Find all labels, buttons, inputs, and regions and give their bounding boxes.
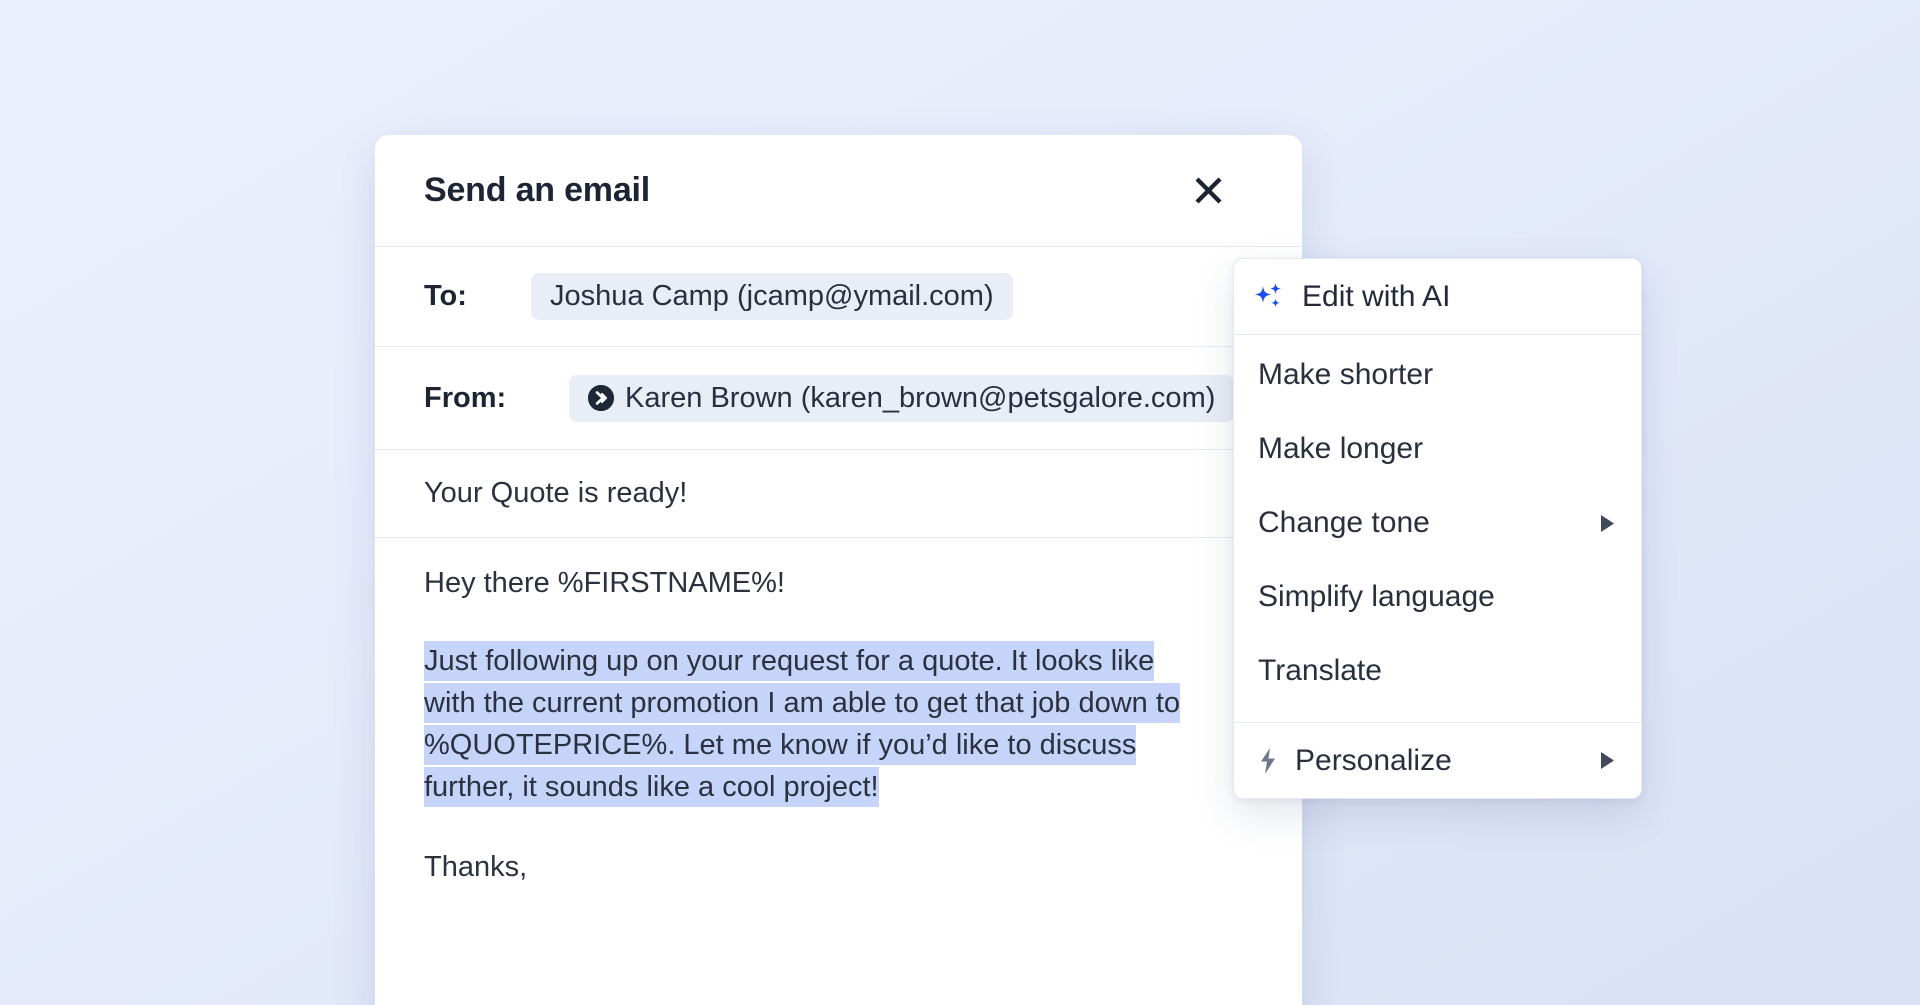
menu-item-personalize[interactable]: Personalize xyxy=(1234,722,1641,798)
sender-chip-text: Karen Brown (karen_brown@petsgalore.com) xyxy=(625,382,1215,415)
send-email-modal: Send an email To: Joshua Camp (jcamp@yma… xyxy=(375,135,1302,1005)
modal-title: Send an email xyxy=(424,171,650,210)
from-field[interactable]: From: Karen Brown (karen_brown@petsgalor… xyxy=(375,347,1302,450)
edit-with-ai-menu: Edit with AI Make shorter Make longer Ch… xyxy=(1233,258,1642,799)
menu-item-label: Edit with AI xyxy=(1302,280,1450,314)
menu-item-translate[interactable]: Translate xyxy=(1234,634,1641,708)
send-chevron-icon xyxy=(588,385,614,411)
menu-item-make-shorter[interactable]: Make shorter xyxy=(1234,338,1641,412)
close-button[interactable] xyxy=(1186,169,1230,213)
highlighted-paragraph: Just following up on your request for a … xyxy=(424,640,1253,808)
paragraph-line: with the current promotion I am able to … xyxy=(424,682,1253,724)
submenu-arrow-icon xyxy=(1601,752,1614,769)
subject-field[interactable]: Your Quote is ready! xyxy=(375,450,1302,538)
menu-item-label: Make longer xyxy=(1258,432,1423,466)
email-signoff: Thanks, xyxy=(424,846,1253,888)
menu-item-label: Personalize xyxy=(1295,744,1601,778)
close-icon xyxy=(1192,174,1225,207)
recipient-chip[interactable]: Joshua Camp (jcamp@ymail.com) xyxy=(531,273,1013,320)
menu-group: Make shorter Make longer Change tone Sim… xyxy=(1234,335,1641,722)
app-background: Send an email To: Joshua Camp (jcamp@yma… xyxy=(0,0,1920,1005)
menu-item-label: Change tone xyxy=(1258,506,1430,540)
to-field[interactable]: To: Joshua Camp (jcamp@ymail.com) xyxy=(375,247,1302,347)
from-label: From: xyxy=(424,382,512,415)
menu-item-label: Simplify language xyxy=(1258,580,1495,614)
recipient-chip-text: Joshua Camp (jcamp@ymail.com) xyxy=(550,280,994,313)
paragraph-line: %QUOTEPRICE%. Let me know if you’d like … xyxy=(424,724,1253,766)
sender-chip[interactable]: Karen Brown (karen_brown@petsgalore.com) xyxy=(569,375,1234,422)
ai-sparkles-icon xyxy=(1254,283,1284,311)
menu-item-change-tone[interactable]: Change tone xyxy=(1234,486,1641,560)
paragraph-line: further, it sounds like a cool project! xyxy=(424,766,1253,808)
modal-header: Send an email xyxy=(375,135,1302,247)
submenu-arrow-icon xyxy=(1601,515,1614,532)
to-label: To: xyxy=(424,280,481,313)
menu-item-simplify-language[interactable]: Simplify language xyxy=(1234,560,1641,634)
menu-item-label: Make shorter xyxy=(1258,358,1433,392)
email-greeting: Hey there %FIRSTNAME%! xyxy=(424,562,1253,604)
lightning-icon xyxy=(1258,747,1278,775)
menu-item-make-longer[interactable]: Make longer xyxy=(1234,412,1641,486)
email-body-editor[interactable]: Hey there %FIRSTNAME%! Just following up… xyxy=(375,538,1302,888)
paragraph-line: Just following up on your request for a … xyxy=(424,640,1253,682)
menu-item-label: Translate xyxy=(1258,654,1382,688)
subject-text: Your Quote is ready! xyxy=(424,477,687,510)
menu-item-edit-with-ai[interactable]: Edit with AI xyxy=(1234,259,1641,335)
